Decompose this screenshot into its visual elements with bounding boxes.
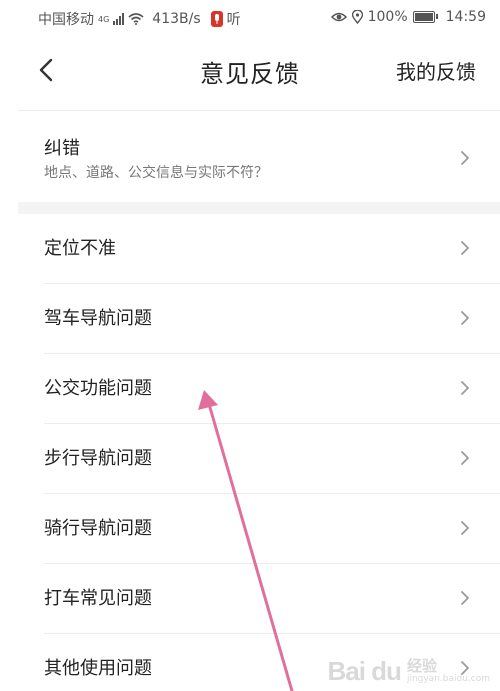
watermark-url: jingyan.baidu.com bbox=[406, 673, 490, 684]
network-speed: 413B/s bbox=[152, 11, 201, 27]
chevron-right-icon bbox=[461, 591, 469, 605]
wifi-icon bbox=[128, 13, 144, 25]
carrier-name: 中国移动 bbox=[38, 12, 94, 28]
list-item-walking-navigation[interactable]: 步行导航问题 bbox=[0, 424, 500, 494]
signal-icon bbox=[113, 13, 125, 25]
list-item-taxi-faq[interactable]: 打车常见问题 bbox=[0, 564, 500, 634]
correction-label: 纠错 bbox=[44, 138, 80, 159]
header-divider bbox=[18, 110, 500, 111]
list-item-transit-function[interactable]: 公交功能问题 bbox=[0, 354, 500, 424]
watermark-title: 经验 bbox=[406, 656, 437, 675]
list-item-cycling-navigation[interactable]: 骑行导航问题 bbox=[0, 494, 500, 564]
location-icon bbox=[351, 10, 363, 24]
eye-icon bbox=[330, 12, 347, 22]
chevron-right-icon bbox=[461, 241, 469, 255]
feedback-screen: 中国移动 4G 413B/s 听 100% 14:59 意见反馈 我的反馈 纠错… bbox=[0, 0, 500, 691]
feedback-category-list: 定位不准 驾车导航问题 公交功能问题 步行导航问题 骑行导航问题 打车常见问题 bbox=[0, 214, 500, 691]
chevron-right-icon bbox=[461, 311, 469, 325]
correction-subtitle: 地点、道路、公交信息与实际不符？ bbox=[44, 165, 268, 181]
section-separator bbox=[18, 202, 500, 214]
list-item-label: 骑行导航问题 bbox=[44, 518, 152, 539]
clock: 14:59 bbox=[445, 9, 486, 25]
chevron-right-icon bbox=[461, 151, 469, 165]
list-item-label: 打车常见问题 bbox=[44, 588, 152, 609]
chevron-right-icon bbox=[461, 451, 469, 465]
status-bar: 中国移动 4G 413B/s 听 100% 14:59 bbox=[0, 0, 500, 36]
list-item-driving-navigation[interactable]: 驾车导航问题 bbox=[0, 284, 500, 354]
network-tag: 4G bbox=[98, 14, 110, 24]
listen-label: 听 bbox=[226, 12, 241, 28]
list-item-label: 公交功能问题 bbox=[44, 378, 152, 399]
microphone-icon bbox=[210, 11, 223, 27]
baidu-watermark: Bai du 经验 jingyan.baidu.com bbox=[327, 656, 490, 687]
watermark-text: 经验 jingyan.baidu.com bbox=[406, 656, 490, 684]
battery-percent: 100% bbox=[367, 9, 408, 25]
list-item-label: 其他使用问题 bbox=[44, 658, 152, 679]
chevron-right-icon bbox=[461, 521, 469, 535]
nav-header: 意见反馈 我的反馈 bbox=[0, 40, 500, 100]
my-feedback-link[interactable]: 我的反馈 bbox=[396, 56, 476, 85]
list-item-label: 步行导航问题 bbox=[44, 448, 152, 469]
correction-item[interactable]: 纠错 地点、道路、公交信息与实际不符？ bbox=[0, 116, 500, 202]
list-item-location-inaccurate[interactable]: 定位不准 bbox=[0, 214, 500, 284]
list-item-label: 定位不准 bbox=[44, 238, 116, 259]
chevron-right-icon bbox=[461, 381, 469, 395]
status-left: 中国移动 4G 413B/s 听 bbox=[38, 9, 241, 29]
list-item-label: 驾车导航问题 bbox=[44, 308, 152, 329]
watermark-logo: Bai du bbox=[327, 656, 401, 686]
battery-icon bbox=[412, 11, 438, 23]
status-right: 100% 14:59 bbox=[330, 9, 486, 25]
